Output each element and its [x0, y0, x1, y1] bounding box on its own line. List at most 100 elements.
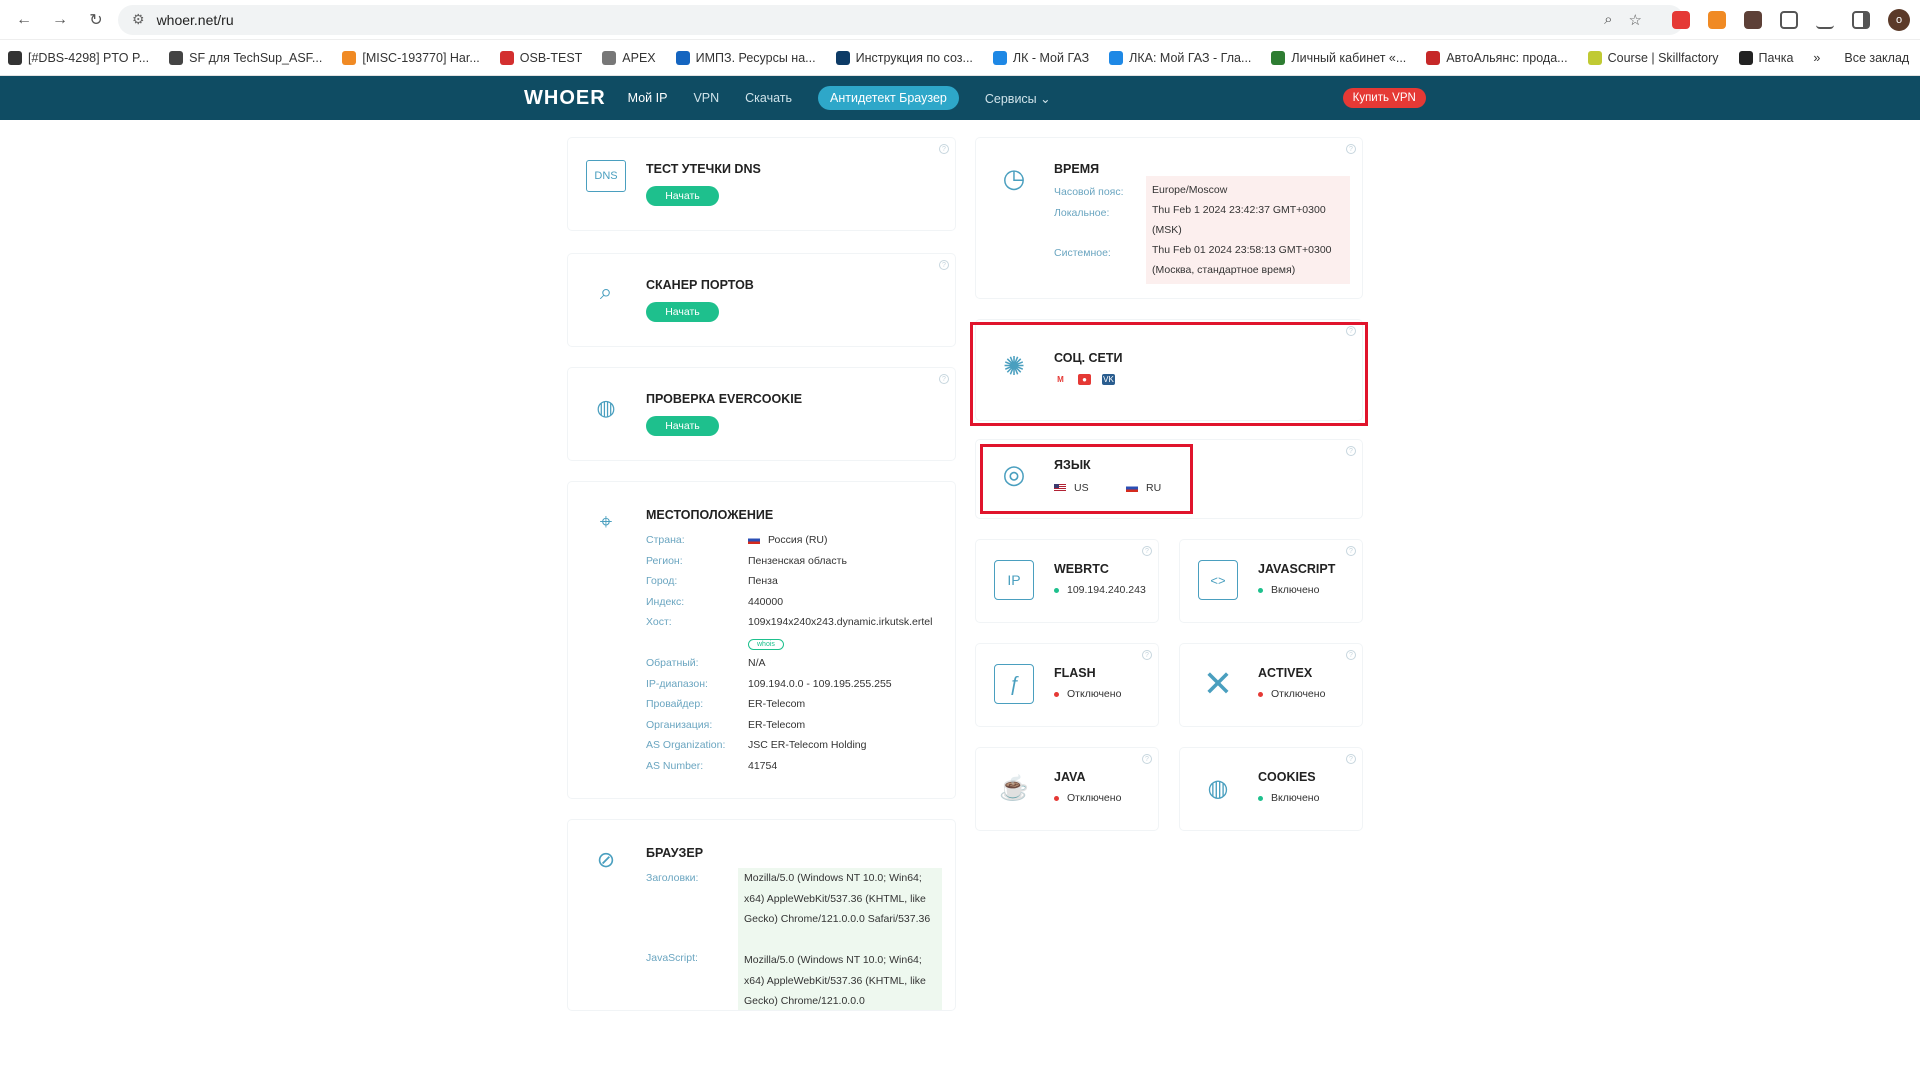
more-bookmarks-icon[interactable]: »	[1813, 51, 1820, 65]
bookmark-item[interactable]: Инструкция по соз...	[835, 50, 973, 65]
bookmark-label: ЛК - Мой ГАЗ	[1012, 50, 1090, 65]
bookmark-label: SF для TechSup_ASF...	[189, 50, 323, 65]
bookmark-favicon-icon	[835, 50, 850, 65]
location-row: Организация: ER-Telecom	[646, 719, 932, 740]
location-value: 109x194x240x243.dynamic.irkutsk.ertel	[748, 616, 932, 628]
buy-vpn-button[interactable]: Купить VPN	[1342, 88, 1426, 108]
all-bookmarks-folder[interactable]: Все заклад	[1844, 51, 1909, 65]
bookmark-item[interactable]: APEX	[602, 50, 656, 65]
bookmark-item[interactable]: АвтоАльянс: прода...	[1426, 50, 1568, 65]
extension-icon[interactable]	[1708, 10, 1726, 29]
extension-icon[interactable]	[1744, 10, 1762, 29]
card-title: СКАНЕР ПОРТОВ	[646, 278, 754, 292]
nav-my-ip[interactable]: Мой IP	[628, 91, 668, 105]
location-value: Пензенская область	[748, 555, 847, 567]
card-title: WEBRTC	[1054, 562, 1109, 576]
bookmark-label: АвтоАльянс: прода...	[1446, 50, 1568, 65]
whoer-logo[interactable]: WHOER	[524, 87, 606, 110]
browser-headers-label: Заголовки:	[646, 872, 748, 893]
help-icon[interactable]: ?	[1346, 754, 1356, 764]
bookmark-item[interactable]: [MISC-193770] Нar...	[342, 50, 480, 65]
url-text: whoer.net/ru	[156, 11, 234, 28]
status-text: Включено	[1271, 584, 1320, 596]
location-value: Пенза	[748, 575, 778, 587]
card-title: ПРОВЕРКА EVERCOOKIE	[646, 392, 803, 406]
flash-card: ? ƒ FLASH Отключено	[976, 644, 1158, 726]
dns-icon: DNS	[586, 160, 626, 192]
extensions-puzzle-icon[interactable]	[1780, 10, 1798, 29]
location-value-text: ER-Telecom	[748, 698, 806, 710]
bookmark-item[interactable]: Course | Skillfactory	[1587, 50, 1719, 65]
status-text: 109.194.240.243	[1067, 584, 1146, 596]
help-icon[interactable]: ?	[1346, 446, 1356, 456]
java-status: Отключено	[1054, 792, 1121, 804]
help-icon[interactable]: ?	[939, 260, 949, 270]
location-key: AS Organization:	[646, 739, 726, 751]
location-row: Страна: Россия (RU)	[646, 534, 932, 555]
help-icon[interactable]: ?	[939, 144, 949, 154]
bookmark-favicon-icon	[1587, 50, 1602, 65]
help-icon[interactable]: ?	[1142, 754, 1152, 764]
start-button[interactable]: Начать	[646, 302, 719, 322]
bookmark-item[interactable]: ЛК - Мой ГАЗ	[992, 50, 1090, 65]
download-icon[interactable]	[1816, 11, 1834, 29]
bookmark-favicon-icon	[1426, 50, 1441, 65]
location-row: Обратный: N/A	[646, 657, 932, 678]
webrtc-status: 109.194.240.243	[1054, 584, 1146, 596]
bookmark-label: ИМПЗ. Ресурсы на...	[695, 50, 816, 65]
help-icon[interactable]: ?	[1346, 144, 1356, 154]
zoom-icon[interactable]: ⌕	[1604, 11, 1612, 29]
location-value: ER-Telecom	[748, 719, 805, 731]
status-dot-icon	[1258, 691, 1263, 697]
location-value-text: 109x194x240x243.dynamic.irkutsk.ertel	[748, 616, 933, 628]
address-bar[interactable]: ⚙ whoer.net/ru	[118, 4, 1685, 35]
avatar[interactable]: o	[1888, 8, 1910, 31]
ru-flag-icon	[748, 536, 760, 545]
help-icon[interactable]: ?	[1346, 546, 1356, 556]
help-icon[interactable]: ?	[1142, 546, 1152, 556]
bookmark-star-icon[interactable]: ☆	[1629, 11, 1642, 29]
bookmark-item[interactable]: ИМПЗ. Ресурсы на...	[675, 50, 816, 65]
help-icon[interactable]: ?	[1346, 650, 1356, 660]
sidebar-icon[interactable]	[1852, 10, 1870, 29]
javascript-value: Mozilla/5.0 (Windows NT 10.0; Win64; x64…	[738, 950, 942, 1010]
start-button[interactable]: Начать	[646, 186, 719, 206]
help-icon[interactable]: ?	[939, 374, 949, 384]
nav-antidetect[interactable]: Антидетект Браузер	[818, 86, 959, 110]
bookmark-favicon-icon	[1271, 50, 1286, 65]
help-icon[interactable]: ?	[1142, 650, 1152, 660]
bookmark-item[interactable]: Личный кабинет «...	[1271, 50, 1406, 65]
location-row: AS Organization: JSC ER-Telecom Holding	[646, 739, 932, 760]
site-info-icon[interactable]: ⚙	[132, 11, 145, 28]
nav-download[interactable]: Скачать	[745, 91, 792, 105]
card-title: ТЕСТ УТЕЧКИ DNS	[646, 162, 761, 176]
start-button[interactable]: Начать	[646, 416, 719, 436]
whois-button[interactable]: whois	[748, 638, 784, 650]
location-value: Россия (RU)	[748, 534, 828, 546]
java-cup-icon: ☕	[999, 774, 1029, 802]
back-icon[interactable]: ←	[10, 6, 38, 34]
nav-services[interactable]: Сервисы ⌄	[985, 91, 1051, 106]
nav-vpn[interactable]: VPN	[693, 91, 719, 105]
java-card: ? ☕ JAVA Отключено	[976, 748, 1158, 830]
reload-icon[interactable]: ↻	[82, 6, 110, 34]
bookmark-favicon-icon	[1109, 50, 1124, 65]
card-title: JAVA	[1054, 770, 1086, 784]
bookmark-item[interactable]: OSB-TEST	[499, 50, 582, 65]
location-key: AS Number:	[646, 759, 704, 772]
location-key: IP-диапазон:	[646, 677, 708, 690]
status-text: Включено	[1271, 792, 1320, 804]
highlight-box-language	[980, 444, 1193, 514]
forward-icon[interactable]: →	[46, 6, 74, 34]
activex-status: Отключено	[1258, 688, 1325, 700]
bookmark-item[interactable]: Пачка	[1738, 50, 1793, 65]
status-text: Отключено	[1067, 688, 1122, 700]
bookmark-item[interactable]: ЛКА: Мой ГАЗ - Гла...	[1109, 50, 1251, 65]
adblock-extension-icon[interactable]	[1672, 10, 1690, 29]
bookmark-favicon-icon	[992, 50, 1007, 65]
bookmark-item[interactable]: [#DBS-4298] PTO P...	[8, 50, 149, 65]
location-value: 109.194.0.0 - 109.195.255.255	[748, 678, 892, 690]
bookmark-item[interactable]: SF для TechSup_ASF...	[169, 50, 323, 65]
card-title: FLASH	[1054, 666, 1096, 680]
cookie-icon: ◍	[1207, 774, 1229, 802]
